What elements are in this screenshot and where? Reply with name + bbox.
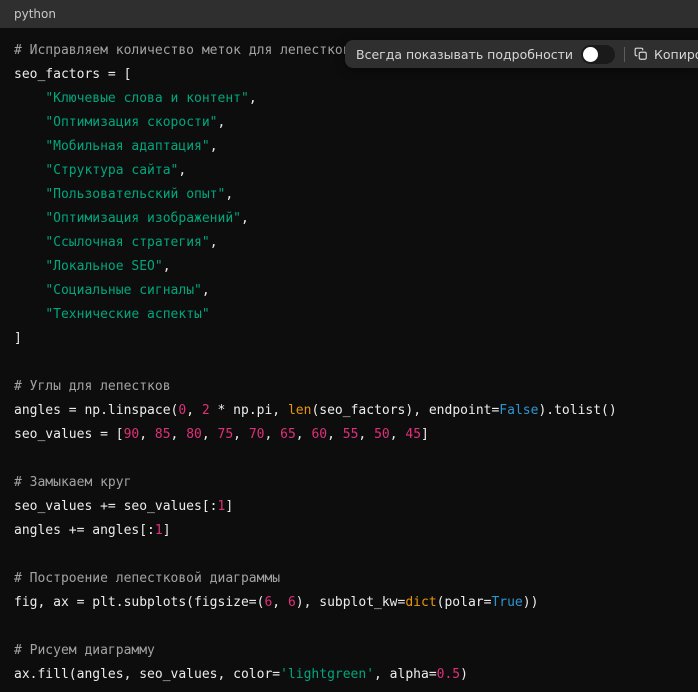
code-line: "Технические аспекты" (14, 303, 684, 327)
toolbar-divider (624, 47, 625, 62)
code-line: "Оптимизация изображений", (14, 207, 684, 231)
code-line: # Построение лепестковой диаграммы (14, 567, 684, 591)
language-label: python (14, 8, 56, 20)
copy-icon (634, 47, 648, 61)
copy-code-button[interactable]: Копировать код (634, 47, 698, 62)
code-line: ] (14, 327, 684, 351)
code-toolbar: Всегда показывать подробности Копировать… (345, 40, 698, 68)
code-line: "Локальное SEO", (14, 255, 684, 279)
code-header: python (0, 0, 698, 28)
code-line: "Структура сайта", (14, 159, 684, 183)
code-line: "Ссылочная стратегия", (14, 231, 684, 255)
always-show-details-label: Всегда показывать подробности (356, 47, 573, 62)
code-line: "Оптимизация скорости", (14, 111, 684, 135)
code-line: # Углы для лепестков (14, 375, 684, 399)
code-line: fig, ax = plt.subplots(figsize=(6, 6), s… (14, 591, 684, 615)
code-line: seo_values += seo_values[:1] (14, 495, 684, 519)
code-line (14, 615, 684, 639)
code-line (14, 447, 684, 471)
code-line (14, 543, 684, 567)
code-line: "Ключевые слова и контент", (14, 87, 684, 111)
details-toggle[interactable] (581, 45, 615, 64)
code-line (14, 351, 684, 375)
code-line: "Мобильная адаптация", (14, 135, 684, 159)
code-line: angles += angles[:1] (14, 519, 684, 543)
code-line: angles = np.linspace(0, 2 * np.pi, len(s… (14, 399, 684, 423)
code-line: # Рисуем диаграмму (14, 639, 684, 663)
code-line: # Замыкаем круг (14, 471, 684, 495)
code-line: "Пользовательский опыт", (14, 183, 684, 207)
code-area: # Исправляем количество меток для лепест… (0, 28, 698, 692)
toggle-knob-icon (583, 47, 598, 62)
copy-code-label: Копировать код (654, 47, 698, 62)
code-line: "Социальные сигналы", (14, 279, 684, 303)
code-line: seo_values = [90, 85, 80, 75, 70, 65, 60… (14, 423, 684, 447)
code-block: python # Исправляем количество меток для… (0, 0, 698, 692)
code-line: ax.fill(angles, seo_values, color='light… (14, 663, 684, 687)
